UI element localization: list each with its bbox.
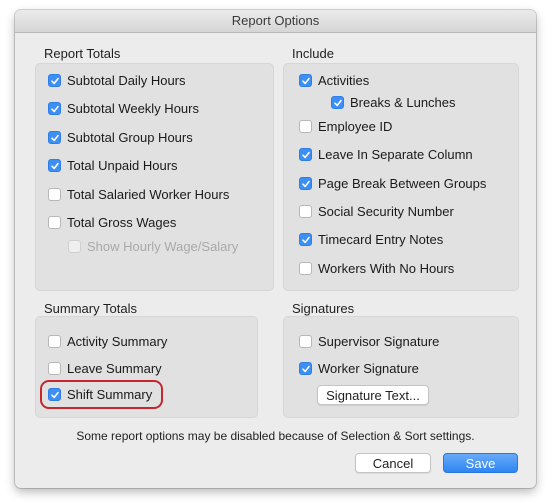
disabled-options-note: Some report options may be disabled beca… <box>76 429 475 443</box>
checkbox-breaks-and-lunches[interactable]: Breaks & Lunches <box>331 95 456 110</box>
checkbox-unchecked-icon[interactable] <box>48 362 61 375</box>
checkbox-supervisor-signature[interactable]: Supervisor Signature <box>299 334 439 349</box>
window-title: Report Options <box>15 10 536 33</box>
checkbox-unchecked-icon[interactable] <box>299 335 312 348</box>
checkbox-label: Supervisor Signature <box>318 334 440 349</box>
checkbox-show-hourly-wage-salary: Show Hourly Wage/Salary <box>68 239 238 254</box>
checkbox-checked-icon[interactable] <box>299 233 312 246</box>
checkbox-checked-icon[interactable] <box>48 102 61 115</box>
checkbox-label: Worker Signature <box>318 361 419 376</box>
checkbox-checked-icon[interactable] <box>299 362 312 375</box>
checkbox-checked-icon[interactable] <box>48 131 61 144</box>
signature-text-button[interactable]: Signature Text... <box>317 385 429 405</box>
checkbox-unchecked-icon[interactable] <box>299 120 312 133</box>
signatures-title: Signatures <box>292 301 355 316</box>
checkbox-activity-summary[interactable]: Activity Summary <box>48 334 167 349</box>
checkbox-checked-icon[interactable] <box>331 96 344 109</box>
checkbox-total-unpaid-hours[interactable]: Total Unpaid Hours <box>48 158 178 173</box>
report-options-dialog: Report Options Report Totals Subtotal Da… <box>15 10 536 488</box>
checkbox-checked-icon[interactable] <box>299 74 312 87</box>
checkbox-unchecked-icon[interactable] <box>48 335 61 348</box>
checkbox-social-security-number[interactable]: Social Security Number <box>299 204 454 219</box>
checkbox-total-gross-wages[interactable]: Total Gross Wages <box>48 215 176 230</box>
checkbox-unchecked-icon <box>68 240 81 253</box>
checkbox-label: Total Salaried Worker Hours <box>67 187 230 202</box>
checkbox-label: Page Break Between Groups <box>318 176 487 191</box>
checkbox-label: Subtotal Group Hours <box>67 130 193 145</box>
checkbox-label: Subtotal Weekly Hours <box>67 101 199 116</box>
checkbox-unchecked-icon[interactable] <box>48 216 61 229</box>
checkbox-activities[interactable]: Activities <box>299 73 369 88</box>
checkbox-label: Activity Summary <box>67 334 168 349</box>
checkbox-subtotal-group-hours[interactable]: Subtotal Group Hours <box>48 130 193 145</box>
checkbox-label: Timecard Entry Notes <box>318 232 444 247</box>
checkbox-checked-icon[interactable] <box>299 177 312 190</box>
checkbox-checked-icon[interactable] <box>299 148 312 161</box>
checkbox-label: Activities <box>318 73 370 88</box>
checkbox-label: Social Security Number <box>318 204 454 219</box>
checkbox-unchecked-icon[interactable] <box>48 188 61 201</box>
checkbox-subtotal-daily-hours[interactable]: Subtotal Daily Hours <box>48 73 186 88</box>
checkbox-label: Show Hourly Wage/Salary <box>87 239 239 254</box>
checkbox-leave-in-separate-column[interactable]: Leave In Separate Column <box>299 147 473 162</box>
checkbox-label: Subtotal Daily Hours <box>67 73 186 88</box>
checkbox-label: Workers With No Hours <box>318 261 455 276</box>
checkbox-label: Employee ID <box>318 119 393 134</box>
checkbox-timecard-entry-notes[interactable]: Timecard Entry Notes <box>299 232 443 247</box>
checkbox-leave-summary[interactable]: Leave Summary <box>48 361 162 376</box>
checkbox-checked-icon[interactable] <box>48 159 61 172</box>
checkbox-subtotal-weekly-hours[interactable]: Subtotal Weekly Hours <box>48 101 199 116</box>
checkbox-checked-icon[interactable] <box>48 74 61 87</box>
cancel-button[interactable]: Cancel <box>355 453 431 473</box>
checkbox-total-salaried-worker-hours[interactable]: Total Salaried Worker Hours <box>48 187 229 202</box>
shift-summary-highlight <box>40 380 163 409</box>
report-totals-title: Report Totals <box>44 46 121 61</box>
summary-totals-title: Summary Totals <box>44 301 137 316</box>
checkbox-label: Total Gross Wages <box>67 215 177 230</box>
checkbox-worker-signature[interactable]: Worker Signature <box>299 361 419 376</box>
checkbox-label: Leave Summary <box>67 361 162 376</box>
checkbox-employee-id[interactable]: Employee ID <box>299 119 392 134</box>
checkbox-label: Total Unpaid Hours <box>67 158 178 173</box>
checkbox-unchecked-icon[interactable] <box>299 262 312 275</box>
save-button[interactable]: Save <box>443 453 518 473</box>
checkbox-page-break-between-groups[interactable]: Page Break Between Groups <box>299 176 486 191</box>
checkbox-label: Breaks & Lunches <box>350 95 456 110</box>
include-title: Include <box>292 46 334 61</box>
checkbox-unchecked-icon[interactable] <box>299 205 312 218</box>
checkbox-workers-with-no-hours[interactable]: Workers With No Hours <box>299 261 454 276</box>
report-totals-box <box>35 63 274 291</box>
checkbox-label: Leave In Separate Column <box>318 147 473 162</box>
